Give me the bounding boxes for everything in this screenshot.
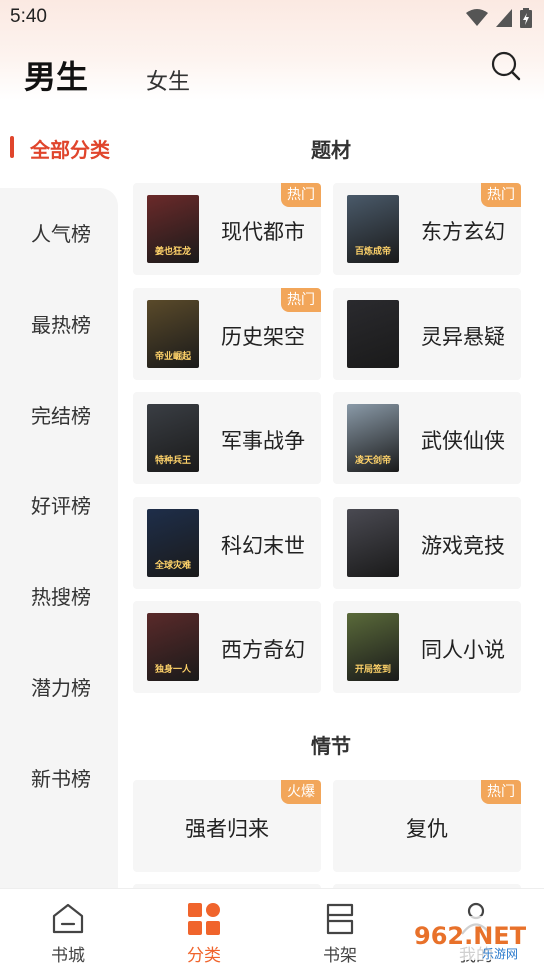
watermark-sub: 乐游网 xyxy=(482,947,518,961)
theme-card-name: 灵异悬疑 xyxy=(421,324,505,349)
cover-title: 姜也狂龙 xyxy=(154,247,191,257)
theme-card-name: 西方奇幻 xyxy=(221,638,305,662)
book-cover-image: 凌天剑帝 xyxy=(347,404,399,472)
sidebar-item-label: 最热榜 xyxy=(31,313,91,337)
hot-badge: 热门 xyxy=(281,183,321,207)
sidebar-item-potential[interactable]: 潜力榜 xyxy=(0,656,118,716)
theme-card[interactable]: 全球灾难 科幻末世 xyxy=(133,496,321,589)
theme-card-name: 历史架空 xyxy=(221,324,305,349)
book-cover-image: 姜也狂龙 xyxy=(147,195,199,263)
theme-card[interactable]: 姜也狂龙 现代都市 热门 xyxy=(133,183,321,275)
cover-title: 帝业崛起 xyxy=(154,351,191,362)
sidebar-list: 人气榜 最热榜 完结榜 好评榜 热搜榜 潜力榜 新书榜 xyxy=(0,188,118,890)
sidebar-item-hottest[interactable]: 最热榜 xyxy=(0,293,118,353)
book-cover-image xyxy=(347,508,399,577)
bookshelf-icon xyxy=(326,903,354,935)
cover-title: 特种兵王 xyxy=(154,456,191,466)
theme-card-name: 武侠仙侠 xyxy=(421,429,505,453)
sidebar-item-label: 潜力榜 xyxy=(31,676,91,700)
nav-bookstore[interactable]: 书城 xyxy=(28,899,108,966)
sidebar-item-label: 完结榜 xyxy=(31,404,91,428)
theme-card-name: 东方玄幻 xyxy=(421,220,505,244)
theme-card[interactable]: 凌天剑帝 武侠仙侠 xyxy=(333,392,521,484)
tab-female[interactable]: 女生 xyxy=(146,64,190,96)
category-icon xyxy=(188,903,220,935)
cover-title: 百炼成帝 xyxy=(354,247,391,257)
sidebar-item-completed[interactable]: 完结榜 xyxy=(0,384,118,444)
theme-card[interactable]: 灵异悬疑 xyxy=(333,287,521,380)
signal-icon xyxy=(496,9,512,27)
sidebar-item-new-books[interactable]: 新书榜 xyxy=(0,747,118,807)
cover-title: 全球灾难 xyxy=(154,560,191,571)
sidebar-item-label: 新书榜 xyxy=(31,767,91,791)
status-icons xyxy=(466,8,532,28)
status-bar: 5:40 xyxy=(0,0,544,36)
book-cover-image: 开局签到 xyxy=(347,613,399,681)
category-sidebar: 全部分类 人气榜 最热榜 完结榜 好评榜 热搜榜 潜力榜 新书榜 xyxy=(0,110,118,890)
plot-card-name: 复仇 xyxy=(406,817,448,841)
sidebar-item-label: 热搜榜 xyxy=(31,585,91,609)
nav-label: 书城 xyxy=(51,946,85,966)
plot-card[interactable]: 强者归来 火爆 xyxy=(133,780,321,872)
watermark-text: 962.NET xyxy=(414,922,527,950)
plot-card[interactable]: 复仇 热门 xyxy=(333,780,521,872)
sidebar-item-label: 人气榜 xyxy=(31,222,91,246)
book-cover-image: 独身一人 xyxy=(147,613,199,681)
nav-label: 书架 xyxy=(323,946,357,966)
active-indicator xyxy=(10,136,14,158)
hot-badge: 热门 xyxy=(281,287,321,312)
watermark-logo: 962.NET 乐游网 xyxy=(404,908,540,964)
theme-card-name: 同人小说 xyxy=(421,638,505,662)
cover-title: 凌天剑帝 xyxy=(354,456,391,466)
wifi-icon xyxy=(466,9,488,26)
theme-card[interactable]: 特种兵王 军事战争 xyxy=(133,392,321,484)
status-time: 5:40 xyxy=(10,6,47,27)
sidebar-item-trending-search[interactable]: 热搜榜 xyxy=(0,565,118,625)
book-cover-image xyxy=(347,299,399,368)
battery-icon xyxy=(520,8,532,28)
sidebar-item-popular[interactable]: 人气榜 xyxy=(0,202,118,262)
book-cover-image: 帝业崛起 xyxy=(147,299,199,368)
book-cover-image: 全球灾难 xyxy=(147,508,199,577)
theme-card-name: 科幻末世 xyxy=(221,533,305,558)
hot-badge: 热门 xyxy=(481,780,521,804)
theme-card-name: 现代都市 xyxy=(221,220,305,244)
theme-card[interactable]: 独身一人 西方奇幻 xyxy=(133,601,321,693)
book-cover-image: 特种兵王 xyxy=(147,404,199,472)
book-cover-image: 百炼成帝 xyxy=(347,195,399,263)
theme-card[interactable]: 游戏竞技 xyxy=(333,496,521,589)
hot-badge: 火爆 xyxy=(281,780,321,804)
nav-label: 分类 xyxy=(187,946,221,966)
sidebar-item-label: 好评榜 xyxy=(31,494,91,518)
gender-tabs: 男生 女生 xyxy=(0,48,544,98)
section-title-plots: 情节 xyxy=(311,734,351,758)
theme-card-name: 军事战争 xyxy=(221,429,305,453)
sidebar-item-all[interactable]: 全部分类 xyxy=(0,128,118,178)
nav-category[interactable]: 分类 xyxy=(164,899,244,966)
theme-card[interactable]: 百炼成帝 东方玄幻 热门 xyxy=(333,183,521,275)
tab-male[interactable]: 男生 xyxy=(24,52,88,98)
nav-bookshelf[interactable]: 书架 xyxy=(300,899,380,966)
theme-card[interactable]: 开局签到 同人小说 xyxy=(333,601,521,693)
home-icon xyxy=(52,903,84,934)
cover-title: 独身一人 xyxy=(154,665,191,675)
category-content: 题材 姜也狂龙 现代都市 热门 百炼成帝 东方玄幻 热门 帝业崛起 历史架空 热门 灵异悬疑 特种兵… xyxy=(118,110,544,890)
hot-badge: 热门 xyxy=(481,183,521,207)
search-icon[interactable] xyxy=(490,50,522,82)
section-title-themes: 题材 xyxy=(311,138,351,162)
theme-card[interactable]: 帝业崛起 历史架空 热门 xyxy=(133,287,321,380)
cover-title: 开局签到 xyxy=(354,665,391,675)
plot-card-name: 强者归来 xyxy=(185,817,269,841)
sidebar-active-label: 全部分类 xyxy=(30,138,110,162)
sidebar-item-top-rated[interactable]: 好评榜 xyxy=(0,474,118,534)
theme-card-name: 游戏竞技 xyxy=(421,533,505,558)
